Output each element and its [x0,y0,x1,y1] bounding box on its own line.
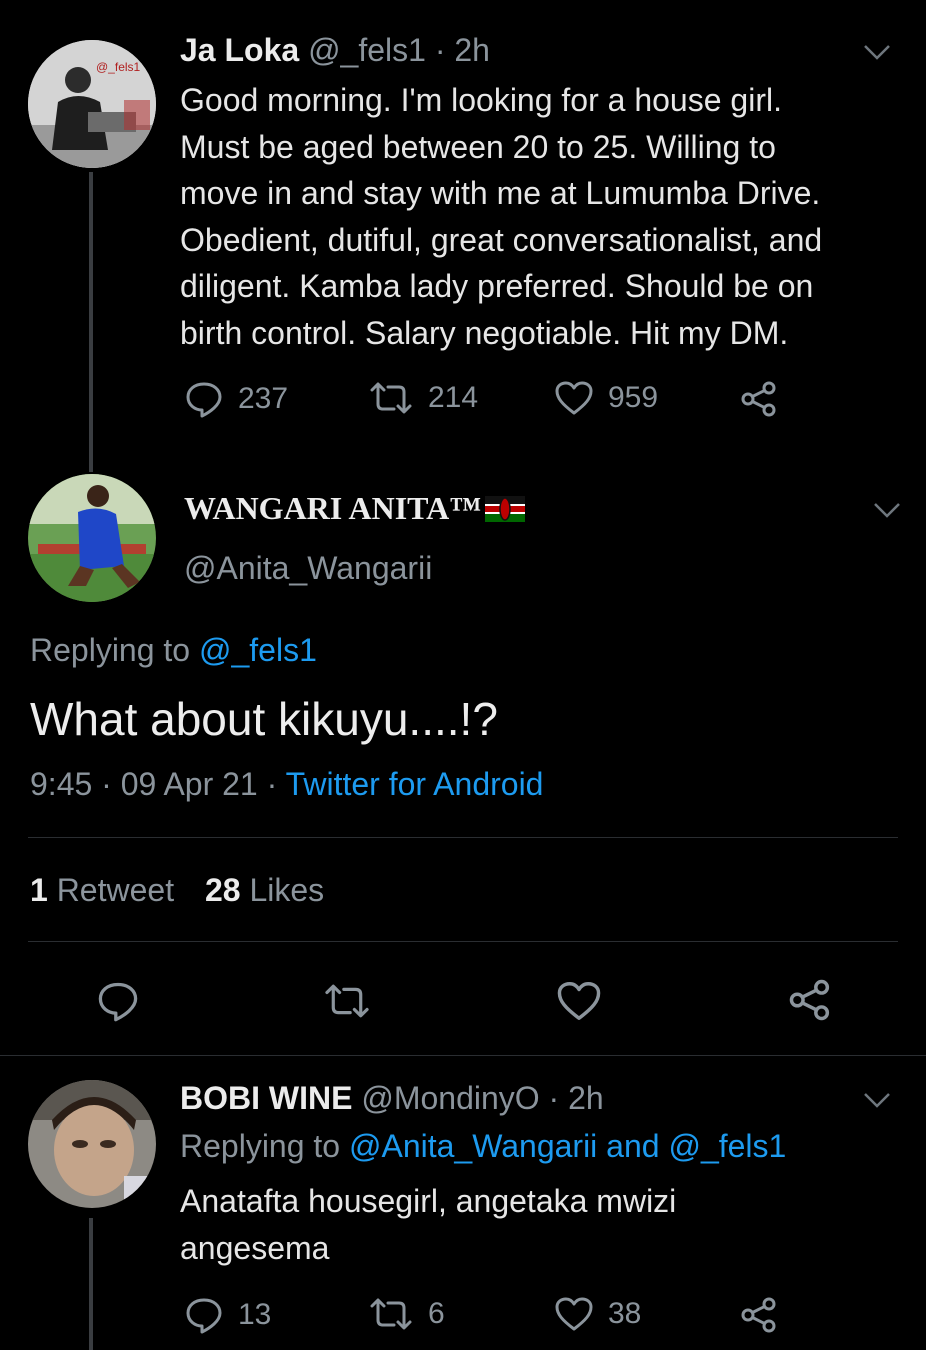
chevron-down-icon[interactable] [862,42,892,62]
text-line: birth control. Salary negotiable. Hit my… [180,314,789,351]
like-count: 38 [608,1297,642,1330]
replying-prefix: Replying to [30,632,191,668]
display-name[interactable]: WANGARI ANITA™ [184,490,481,527]
chevron-down-icon[interactable] [862,1090,892,1110]
text-line: angesema [180,1229,330,1266]
heart-icon [555,1297,593,1331]
reply-button[interactable]: 237 [184,380,288,418]
avatar[interactable] [28,474,156,602]
replying-to: Replying to @_fels1 [30,632,317,669]
replying-to: Replying to @Anita_Wangarii and @_fels1 [180,1128,786,1165]
user-handle[interactable]: @MondinyO [361,1080,539,1116]
engagement-stats: 1 Retweet 28 Likes [30,872,324,909]
tweet-text: What about kikuyu....!? [30,693,498,745]
retweet-stat[interactable]: 1 Retweet [30,872,183,908]
reply-icon [186,1298,222,1334]
tweet-header: WANGARI ANITA™ [184,490,526,527]
tweet-time: · 2h [548,1080,604,1116]
reply-count: 237 [238,382,289,415]
tweet-text: Good morning. I'm looking for a house gi… [180,77,910,356]
retweet-count: 214 [428,381,479,414]
like-button[interactable]: 959 [554,380,658,416]
tweet-header: Ja Loka @_fels1 · 2h [180,32,490,69]
replying-prefix: Replying to [180,1128,341,1164]
share-icon [741,1297,776,1333]
thread-line [89,172,93,472]
text-line: move in and stay with me at Lumumba Driv… [180,175,821,211]
retweet-icon [370,382,412,414]
text-line: Good morning. I'm looking for a house gi… [180,82,782,118]
reply-count: 13 [238,1298,272,1331]
tweet-source[interactable]: Twitter for Android [286,766,544,802]
retweet-total: 1 [30,872,48,908]
retweet-button[interactable]: 214 [368,380,478,416]
like-button[interactable]: 38 [554,1296,641,1332]
user-handle[interactable]: @_fels1 [308,32,426,68]
display-name[interactable]: BOBI WINE [180,1080,352,1116]
retweet-label: Retweet [56,872,175,908]
tweet-time: · 2h [434,32,490,68]
text-line: Anatafta housegirl, angetaka mwizi [180,1183,677,1219]
thread-line [89,1218,93,1350]
user-handle[interactable]: @Anita_Wangarii [184,550,432,587]
share-button[interactable] [740,1296,778,1334]
like-count: 959 [608,381,659,414]
tweet-header: BOBI WINE @MondinyO · 2h [180,1080,604,1117]
share-icon[interactable] [788,978,832,1022]
tweet-timestamp: 9:45 · 09 Apr 21 · [30,766,278,802]
retweet-icon[interactable] [322,982,372,1020]
divider [0,1055,926,1056]
chevron-down-icon[interactable] [872,500,902,520]
share-button[interactable] [740,380,778,418]
reply-icon[interactable] [96,980,140,1022]
text-line: diligent. Kamba lady preferred. Should b… [180,268,814,304]
avatar[interactable]: @_fels1 [28,40,156,168]
text-line: Must be aged between 20 to 25. Willing t… [180,128,776,165]
divider [28,837,898,838]
retweet-count: 6 [428,1297,445,1330]
like-stat[interactable]: 28 Likes [205,872,324,908]
avatar-watermark: @_fels1 [96,60,141,74]
text-line: Obedient, dutiful, great conversationali… [180,221,823,258]
like-total: 28 [204,872,241,908]
replying-handles[interactable]: @Anita_Wangarii and @_fels1 [349,1128,786,1164]
kenya-flag-icon [485,495,526,522]
retweet-button[interactable]: 6 [368,1296,445,1332]
divider [28,941,898,942]
avatar[interactable] [28,1080,156,1208]
share-icon [741,381,776,417]
reply-icon [186,382,222,418]
retweet-icon [370,1298,412,1330]
reply-button[interactable]: 13 [184,1296,271,1334]
tweet-text: Anatafta housegirl, angetaka mwizi anges… [180,1178,900,1271]
tweet-meta: 9:45 · 09 Apr 21 · Twitter for Android [30,766,543,803]
display-name[interactable]: Ja Loka [180,32,299,68]
replying-handle[interactable]: @_fels1 [199,632,317,668]
heart-icon[interactable] [556,980,602,1022]
like-label: Likes [249,872,325,908]
heart-icon [555,381,593,415]
